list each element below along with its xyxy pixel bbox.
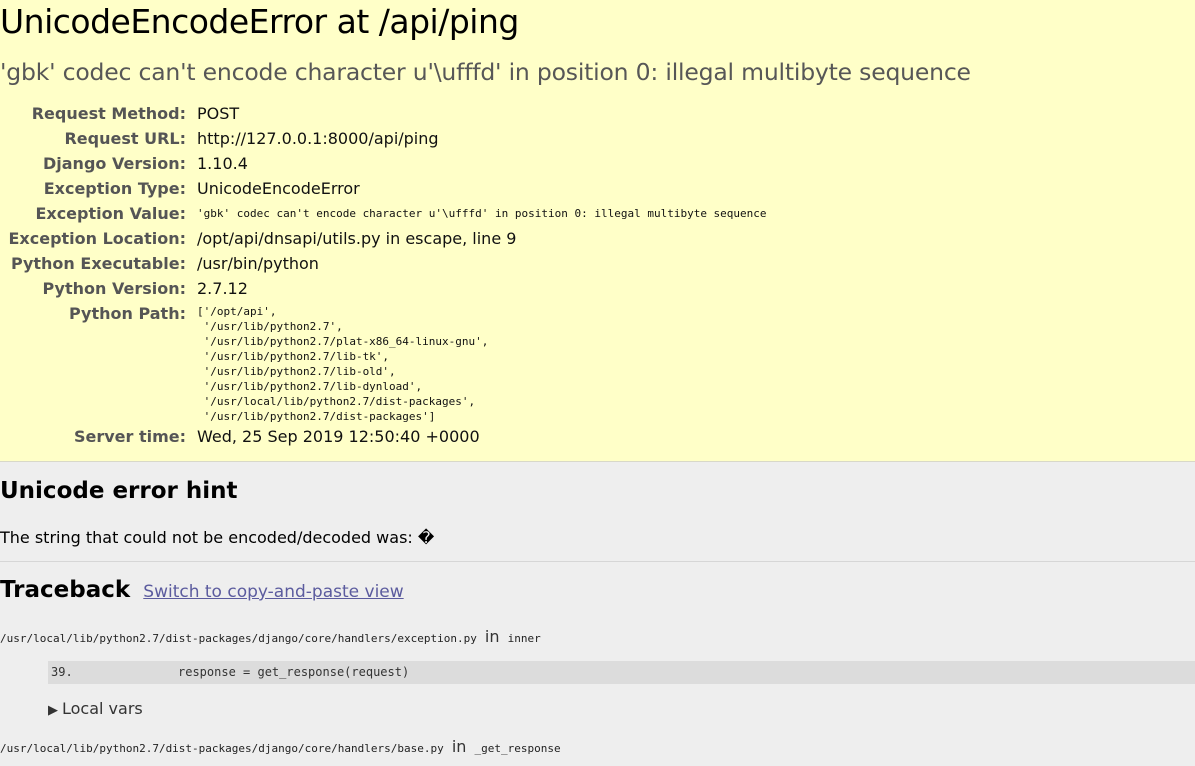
- page-title: UnicodeEncodeError at /api/ping: [0, 2, 519, 41]
- meta-value: ['/opt/api', '/usr/lib/python2.7', '/usr…: [197, 305, 489, 423]
- unicode-hint-text: The string that could not be encoded/dec…: [0, 528, 435, 547]
- request-meta-table: Request Method: POST Request URL: http:/…: [0, 101, 767, 449]
- meta-row-python-executable: Python Executable: /usr/bin/python: [0, 251, 767, 276]
- exception-message: 'gbk' codec can't encode character u'\uf…: [0, 58, 971, 86]
- meta-row-exception-location: Exception Location: /opt/api/dnsapi/util…: [0, 226, 767, 251]
- error-summary: UnicodeEncodeError at /api/ping 'gbk' co…: [0, 0, 1195, 462]
- frame-in-word: in: [451, 737, 467, 756]
- frame-function-name: inner: [507, 632, 541, 645]
- meta-row-request-url: Request URL: http://127.0.0.1:8000/api/p…: [0, 126, 767, 151]
- meta-value: /usr/bin/python: [197, 254, 319, 273]
- traceback-frame-file: /usr/local/lib/python2.7/dist-packages/d…: [0, 737, 561, 756]
- local-vars-toggle[interactable]: ▶ Local vars: [48, 699, 143, 718]
- meta-row-django-version: Django Version: 1.10.4: [0, 151, 767, 176]
- traceback-header: Traceback Switch to copy-and-paste view: [0, 577, 404, 603]
- meta-row-exception-type: Exception Type: UnicodeEncodeError: [0, 176, 767, 201]
- frame-file-path: /usr/local/lib/python2.7/dist-packages/d…: [0, 632, 477, 645]
- meta-value: /opt/api/dnsapi/utils.py in escape, line…: [197, 229, 517, 248]
- meta-label: Server time:: [73, 427, 186, 446]
- source-code: response = get_response(request): [178, 665, 410, 679]
- switch-to-copy-paste-link[interactable]: Switch to copy-and-paste view: [143, 582, 403, 602]
- meta-row-exception-value: Exception Value: 'gbk' codec can't encod…: [0, 201, 767, 226]
- meta-label: Request Method:: [31, 104, 186, 123]
- meta-label: Exception Type:: [43, 179, 186, 198]
- frame-function-name: _get_response: [474, 742, 561, 755]
- meta-value: 2.7.12: [197, 279, 248, 298]
- unicode-hint-heading: Unicode error hint: [0, 478, 238, 504]
- meta-label: Python Executable:: [10, 254, 186, 273]
- meta-label: Exception Value:: [35, 204, 186, 223]
- expand-triangle-icon: ▶: [48, 703, 58, 718]
- meta-value: UnicodeEncodeError: [197, 179, 360, 198]
- meta-value: 1.10.4: [197, 154, 248, 173]
- meta-label: Django Version:: [42, 154, 186, 173]
- traceback-heading: Traceback: [0, 577, 131, 603]
- frame-file-path: /usr/local/lib/python2.7/dist-packages/d…: [0, 742, 444, 755]
- frame-in-word: in: [484, 627, 500, 646]
- meta-row-python-path: Python Path: ['/opt/api', '/usr/lib/pyth…: [0, 301, 767, 424]
- unicode-hint-section: Unicode error hint The string that could…: [0, 462, 1195, 562]
- meta-value: POST: [197, 104, 240, 123]
- meta-value: 'gbk' codec can't encode character u'\uf…: [197, 207, 767, 220]
- local-vars-label: Local vars: [62, 699, 143, 718]
- meta-value: Wed, 25 Sep 2019 12:50:40 +0000: [197, 427, 480, 446]
- meta-label: Python Path:: [69, 304, 186, 323]
- meta-label: Request URL:: [64, 129, 186, 148]
- context-line[interactable]: 39. response = get_response(request): [48, 661, 1195, 684]
- meta-row-request-method: Request Method: POST: [0, 101, 767, 126]
- meta-value: http://127.0.0.1:8000/api/ping: [197, 129, 439, 148]
- meta-row-python-version: Python Version: 2.7.12: [0, 276, 767, 301]
- traceback-frame-file: /usr/local/lib/python2.7/dist-packages/d…: [0, 627, 541, 646]
- meta-row-server-time: Server time: Wed, 25 Sep 2019 12:50:40 +…: [0, 424, 767, 449]
- meta-label: Exception Location:: [8, 229, 186, 248]
- meta-label: Python Version:: [42, 279, 186, 298]
- traceback-section: Traceback Switch to copy-and-paste view …: [0, 563, 1195, 766]
- line-number: 39.: [51, 665, 73, 679]
